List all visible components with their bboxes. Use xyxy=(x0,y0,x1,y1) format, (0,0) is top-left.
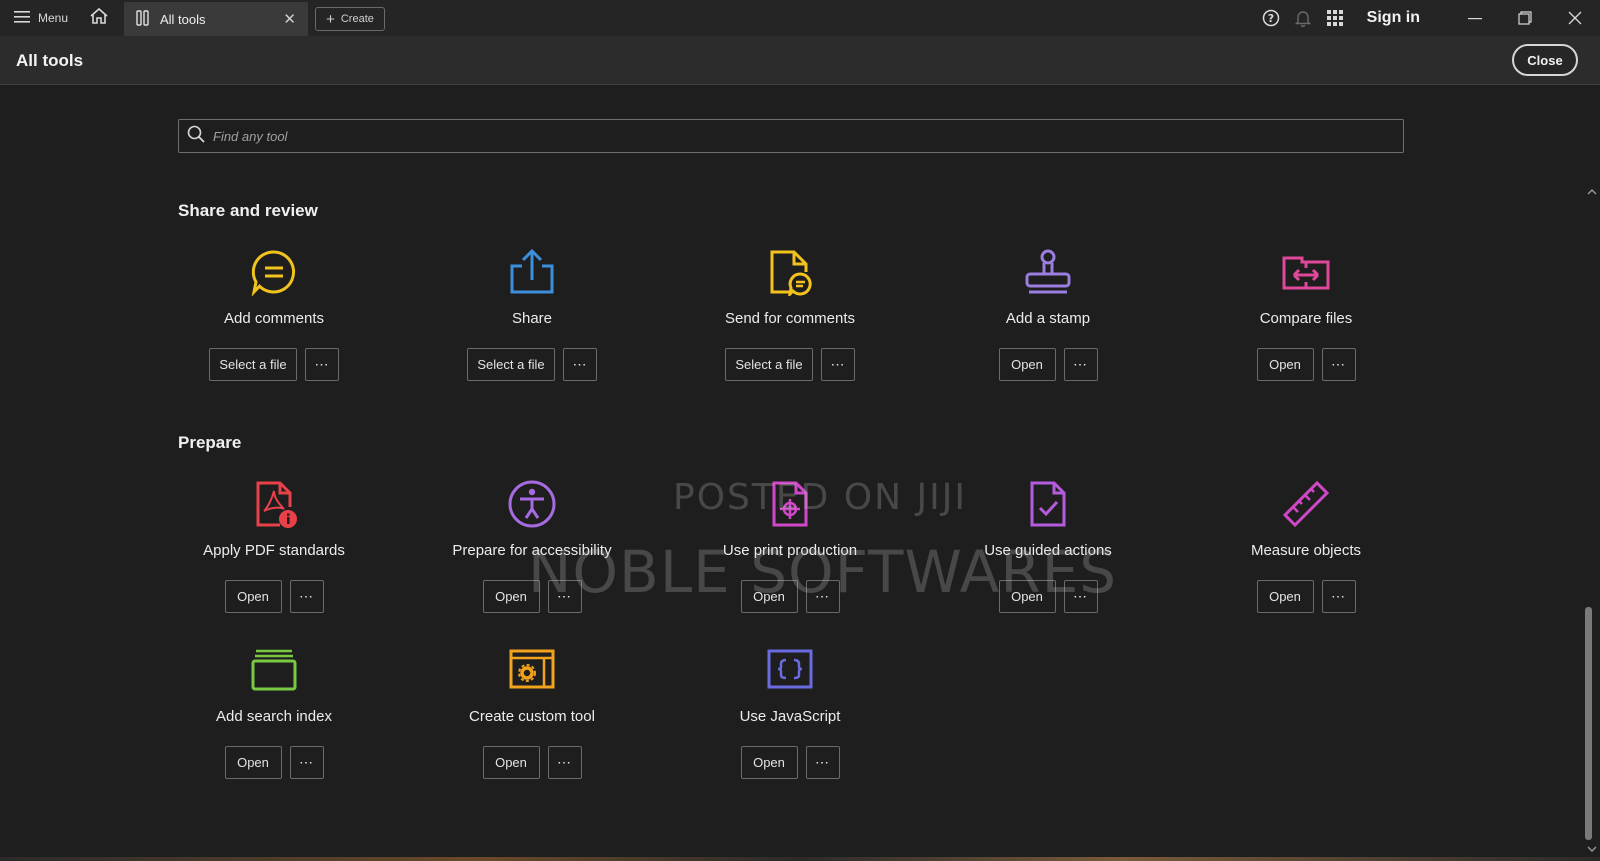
more-options-button[interactable]: ⋯ xyxy=(1321,348,1356,381)
restore-icon[interactable] xyxy=(1500,0,1550,36)
print-production-icon xyxy=(690,478,890,530)
tool-card-add-comments: Add comments Select a file ⋯ xyxy=(174,246,374,381)
close-button[interactable]: Close xyxy=(1512,44,1578,76)
page-title: All tools xyxy=(16,51,84,70)
tool-name: Create custom tool xyxy=(469,708,595,725)
taskbar-edge xyxy=(0,857,1600,861)
window-close-icon[interactable] xyxy=(1550,0,1600,36)
search-input[interactable] xyxy=(213,128,1363,144)
javascript-icon xyxy=(690,644,890,696)
tools-tab-icon xyxy=(136,9,150,29)
tab-all-tools[interactable]: All tools ✕ xyxy=(124,2,308,36)
pdf-standards-icon xyxy=(174,478,374,530)
more-options-button[interactable]: ⋯ xyxy=(1063,580,1098,613)
scroll-up-icon[interactable] xyxy=(1587,188,1597,198)
tool-name: Use JavaScript xyxy=(739,708,841,725)
tool-card-share: Share Select a file ⋯ xyxy=(432,246,632,381)
stamp-icon xyxy=(948,246,1148,298)
search-icon xyxy=(187,125,205,148)
close-tab-icon[interactable]: ✕ xyxy=(283,10,296,28)
home-button[interactable] xyxy=(82,0,116,36)
minimize-icon[interactable] xyxy=(1450,0,1500,36)
open-button[interactable]: Open xyxy=(224,580,282,613)
tool-card-send-for-comments: Send for comments Select a file ⋯ xyxy=(690,246,890,381)
title-bar: Menu All tools ✕ + Create ? Sign in xyxy=(0,0,1600,36)
tool-card-add-a-stamp: Add a stamp Open ⋯ xyxy=(948,246,1148,381)
more-options-button[interactable]: ⋯ xyxy=(289,746,324,779)
guided-actions-icon xyxy=(948,478,1148,530)
help-icon[interactable]: ? xyxy=(1255,0,1287,36)
tool-card-add-search-index: Add search index Open ⋯ xyxy=(174,644,374,779)
menu-button[interactable]: Menu xyxy=(0,0,82,36)
tool-name: Use guided actions xyxy=(984,542,1112,559)
open-button[interactable]: Open xyxy=(998,348,1056,381)
share-icon xyxy=(432,246,632,298)
tool-name: Prepare for accessibility xyxy=(452,542,612,559)
scroll-down-icon[interactable] xyxy=(1587,845,1597,855)
open-button[interactable]: Open xyxy=(1256,348,1314,381)
search-box[interactable] xyxy=(178,119,1404,153)
more-options-button[interactable]: ⋯ xyxy=(547,580,582,613)
create-button[interactable]: + Create xyxy=(315,7,385,31)
tool-card-prepare-for-accessibility: Prepare for accessibility Open ⋯ xyxy=(432,478,632,613)
plus-icon: + xyxy=(326,10,335,28)
create-label: Create xyxy=(340,13,374,25)
tool-card-use-guided-actions: Use guided actions Open ⋯ xyxy=(948,478,1148,613)
open-button[interactable]: Open xyxy=(740,580,798,613)
comment-icon xyxy=(174,246,374,298)
tool-card-use-print-production: Use print production Open ⋯ xyxy=(690,478,890,613)
open-button[interactable]: Open xyxy=(998,580,1056,613)
select-file-button[interactable]: Select a file xyxy=(467,348,555,381)
tool-name: Add comments xyxy=(223,310,325,327)
scrollbar-thumb[interactable] xyxy=(1585,607,1592,840)
send-comments-icon xyxy=(690,246,890,298)
tool-card-compare-files: Compare files Open ⋯ xyxy=(1206,246,1406,381)
home-icon xyxy=(89,7,109,30)
more-options-button[interactable]: ⋯ xyxy=(289,580,324,613)
tool-card-measure-objects: Measure objects Open ⋯ xyxy=(1206,478,1406,613)
accessibility-icon xyxy=(432,478,632,530)
custom-tool-icon xyxy=(432,644,632,696)
apps-grid-icon[interactable] xyxy=(1319,0,1351,36)
page-header: All tools Close xyxy=(0,36,1600,85)
tool-card-use-javascript: Use JavaScript Open ⋯ xyxy=(690,644,890,779)
select-file-button[interactable]: Select a file xyxy=(725,348,813,381)
open-button[interactable]: Open xyxy=(482,580,540,613)
menu-label: Menu xyxy=(38,11,69,25)
bell-icon[interactable] xyxy=(1287,0,1319,36)
more-options-button[interactable]: ⋯ xyxy=(805,746,840,779)
hamburger-icon xyxy=(14,10,30,27)
section-title-prepare: Prepare xyxy=(178,433,242,452)
tool-card-apply-pdf-standards: Apply PDF standards Open ⋯ xyxy=(174,478,374,613)
select-file-button[interactable]: Select a file xyxy=(209,348,297,381)
more-options-button[interactable]: ⋯ xyxy=(563,348,597,381)
compare-icon xyxy=(1206,246,1406,298)
more-options-button[interactable]: ⋯ xyxy=(805,580,840,613)
open-button[interactable]: Open xyxy=(740,746,798,779)
search-index-icon xyxy=(174,644,374,696)
section-title-share-review: Share and review xyxy=(178,201,318,220)
tool-name: Send for comments xyxy=(724,310,856,327)
more-options-button[interactable]: ⋯ xyxy=(305,348,339,381)
open-button[interactable]: Open xyxy=(224,746,282,779)
tool-name: Share xyxy=(511,310,553,327)
more-options-button[interactable]: ⋯ xyxy=(1063,348,1098,381)
titlebar-right: ? Sign in xyxy=(1255,0,1600,36)
tool-name: Add a stamp xyxy=(1005,310,1091,327)
sign-in-button[interactable]: Sign in xyxy=(1367,9,1420,27)
ruler-icon xyxy=(1206,478,1406,530)
more-options-button[interactable]: ⋯ xyxy=(1321,580,1356,613)
tab-label: All tools xyxy=(160,11,206,27)
tool-card-create-custom-tool: Create custom tool Open ⋯ xyxy=(432,644,632,779)
open-button[interactable]: Open xyxy=(1256,580,1314,613)
tool-name: Apply PDF standards xyxy=(203,542,345,559)
tool-name: Compare files xyxy=(1259,310,1353,327)
more-options-button[interactable]: ⋯ xyxy=(821,348,855,381)
tool-name: Add search index xyxy=(216,708,332,725)
open-button[interactable]: Open xyxy=(482,746,540,779)
tool-name: Use print production xyxy=(722,542,858,559)
svg-text:?: ? xyxy=(1267,12,1273,25)
tool-name: Measure objects xyxy=(1250,542,1362,559)
more-options-button[interactable]: ⋯ xyxy=(547,746,582,779)
